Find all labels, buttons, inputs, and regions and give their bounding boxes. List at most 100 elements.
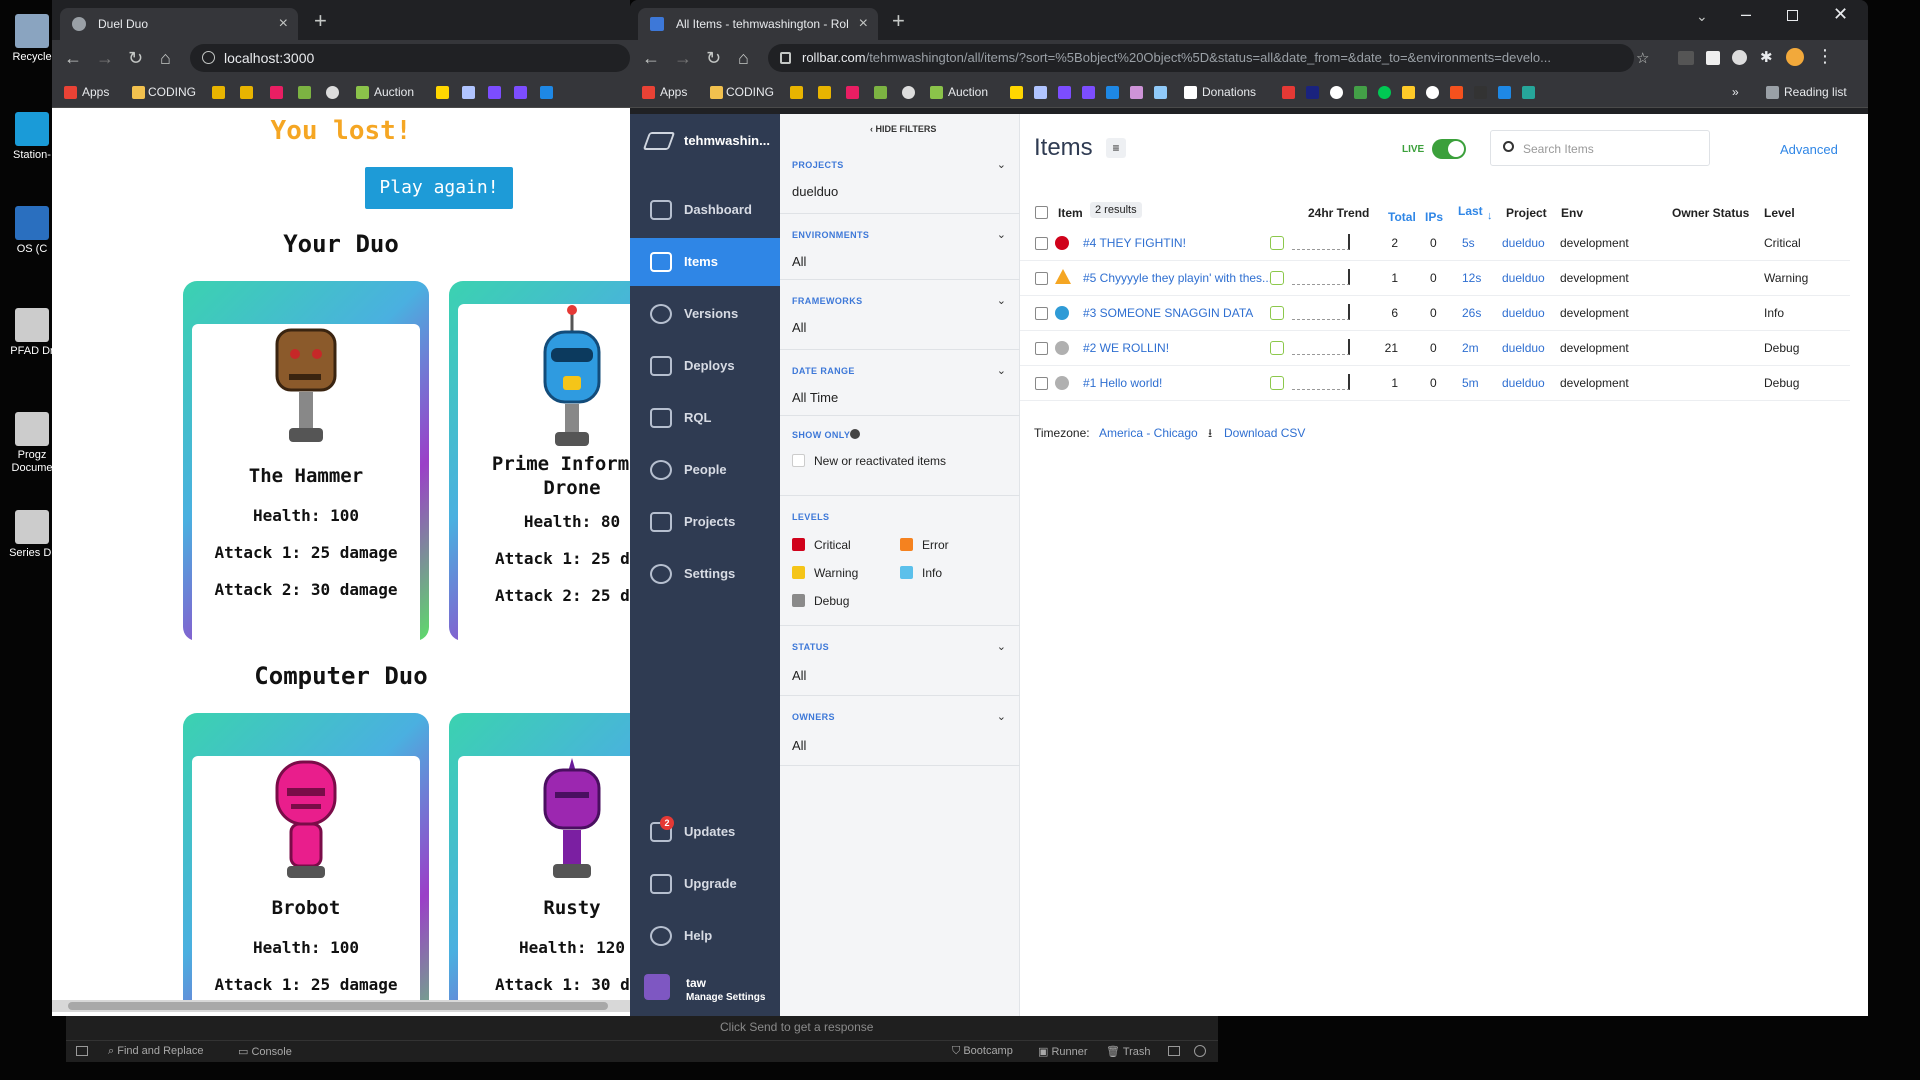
filter-projects[interactable]: PROJECTS ⌄ duelduo	[780, 144, 1020, 214]
level-warning-checkbox[interactable]	[792, 566, 805, 579]
select-all-checkbox[interactable]	[1035, 206, 1048, 219]
reading-list[interactable]: Reading list	[1784, 85, 1847, 99]
bootcamp-button[interactable]: ⛉ Bootcamp	[952, 1045, 1013, 1058]
item-last[interactable]: 12s	[1462, 271, 1481, 285]
column-item[interactable]: Item	[1058, 206, 1083, 220]
play-again-button[interactable]: Play again!	[365, 167, 513, 209]
nav-settings[interactable]: Settings	[630, 550, 780, 598]
table-row[interactable]: #2 WE ROLLIN! 21 0 2m duelduo developmen…	[1020, 331, 1850, 366]
find-replace-button[interactable]: ⌕ Find and Replace	[108, 1045, 203, 1058]
forward-icon[interactable]: →	[674, 48, 692, 68]
timezone-link[interactable]: America - Chicago	[1099, 426, 1198, 440]
item-title[interactable]: #1 Hello world!	[1083, 376, 1162, 390]
maximize-icon[interactable]	[1787, 10, 1798, 21]
player-card-2[interactable]: Prime Informat Drone Health: 80 Attack 1…	[449, 281, 630, 646]
bookmark-coding[interactable]: CODING	[148, 85, 196, 99]
advanced-link[interactable]: Advanced	[1780, 142, 1838, 157]
nav-people[interactable]: People	[630, 446, 780, 494]
search-input[interactable]: Search Items	[1490, 130, 1710, 166]
user-menu[interactable]: taw Manage Settings	[630, 964, 780, 1012]
home-icon[interactable]: ⌂	[160, 48, 171, 68]
item-project[interactable]: duelduo	[1502, 376, 1545, 390]
row-checkbox[interactable]	[1035, 237, 1048, 250]
item-title[interactable]: #2 WE ROLLIN!	[1083, 341, 1169, 355]
nav-upgrade[interactable]: Upgrade	[630, 860, 780, 908]
column-last[interactable]: Last	[1458, 204, 1483, 218]
extension-icon[interactable]	[1706, 51, 1720, 65]
row-checkbox[interactable]	[1035, 377, 1048, 390]
forward-icon[interactable]: →	[96, 48, 114, 68]
level-error-checkbox[interactable]	[900, 538, 913, 551]
layout-icon[interactable]	[1168, 1046, 1180, 1056]
more-bookmarks-icon[interactable]: »	[1732, 85, 1739, 99]
item-last[interactable]: 5m	[1462, 376, 1479, 390]
back-icon[interactable]: ←	[64, 48, 82, 68]
url-field[interactable]: rollbar.com/tehmwashington/all/items/?so…	[768, 44, 1634, 72]
item-last[interactable]: 2m	[1462, 341, 1479, 355]
nav-rql[interactable]: RQL	[630, 394, 780, 442]
console-button[interactable]: ▭ Console	[238, 1045, 292, 1058]
nav-dashboard[interactable]: Dashboard	[630, 186, 780, 234]
item-project[interactable]: duelduo	[1502, 341, 1545, 355]
hide-filters-button[interactable]: ‹ HIDE FILTERS	[870, 124, 936, 134]
bookmark-apps[interactable]: Apps	[660, 85, 687, 99]
bookmark-auction[interactable]: Auction	[374, 85, 414, 99]
scrollbar-thumb[interactable]	[68, 1002, 608, 1010]
bookmark-donations[interactable]: Donations	[1202, 85, 1256, 99]
list-view-icon[interactable]: ≡	[1106, 138, 1126, 158]
account-switcher[interactable]: tehmwashin...	[630, 114, 780, 168]
row-checkbox[interactable]	[1035, 342, 1048, 355]
filter-owners[interactable]: OWNERS ⌄ All	[780, 696, 1020, 766]
table-row[interactable]: #3 SOMEONE SNAGGIN DATA 6 0 26s duelduo …	[1020, 296, 1850, 331]
desktop-icon-recycle[interactable]: Recycle	[6, 14, 58, 64]
extension-icon[interactable]	[1732, 50, 1747, 65]
close-tab-icon[interactable]: ×	[279, 8, 288, 40]
filter-environments[interactable]: ENVIRONMENTS ⌄ All	[780, 214, 1020, 280]
item-last[interactable]: 5s	[1462, 236, 1475, 250]
item-title[interactable]: #5 Chyyyyle they playin' with thes...	[1083, 271, 1272, 285]
nav-deploys[interactable]: Deploys	[630, 342, 780, 390]
tab-search-icon[interactable]: ⌄	[1696, 8, 1708, 25]
nav-versions[interactable]: Versions	[630, 290, 780, 338]
sidebar-toggle-icon[interactable]	[76, 1046, 88, 1056]
item-project[interactable]: duelduo	[1502, 236, 1545, 250]
home-icon[interactable]: ⌂	[738, 48, 749, 68]
nav-projects[interactable]: Projects	[630, 498, 780, 546]
desktop-icon-station[interactable]: Station-	[6, 112, 58, 162]
filter-status[interactable]: STATUS ⌄ All	[780, 626, 1020, 696]
show-only-checkbox[interactable]	[792, 454, 805, 467]
desktop-icon-progz[interactable]: Progz Docume	[6, 412, 58, 475]
table-row[interactable]: #5 Chyyyyle they playin' with thes... 1 …	[1020, 261, 1850, 296]
item-title[interactable]: #4 THEY FIGHTIN!	[1083, 236, 1186, 250]
table-row[interactable]: #4 THEY FIGHTIN! 2 0 5s duelduo developm…	[1020, 226, 1850, 261]
row-checkbox[interactable]	[1035, 307, 1048, 320]
profile-avatar[interactable]	[1786, 48, 1804, 66]
new-tab-button[interactable]: +	[314, 10, 327, 32]
trash-button[interactable]: 🗑 Trash	[1106, 1045, 1151, 1058]
close-window-icon[interactable]: ✕	[1833, 4, 1848, 25]
close-tab-icon[interactable]: ×	[859, 8, 868, 40]
new-tab-button[interactable]: +	[892, 10, 905, 32]
tab-rollbar-items[interactable]: All Items - tehmwashington - Rol ×	[638, 8, 878, 40]
runner-button[interactable]: ▣ Runner	[1038, 1045, 1088, 1058]
row-checkbox[interactable]	[1035, 272, 1048, 285]
desktop-icon-series[interactable]: Series Dr	[6, 510, 58, 560]
reload-icon[interactable]: ↻	[128, 48, 143, 68]
live-toggle[interactable]	[1432, 139, 1466, 159]
player-card-1[interactable]: The Hammer Health: 100 Attack 1: 25 dama…	[183, 281, 429, 666]
item-title[interactable]: #3 SOMEONE SNAGGIN DATA	[1083, 306, 1253, 320]
filter-frameworks[interactable]: FRAMEWORKS ⌄ All	[780, 280, 1020, 350]
reload-icon[interactable]: ↻	[706, 48, 721, 68]
level-info-checkbox[interactable]	[900, 566, 913, 579]
item-project[interactable]: duelduo	[1502, 306, 1545, 320]
bookmark-coding[interactable]: CODING	[726, 85, 774, 99]
nav-help[interactable]: Help	[630, 912, 780, 960]
bookmark-star-icon[interactable]: ☆	[1636, 49, 1649, 67]
nav-items[interactable]: Items	[630, 238, 780, 286]
tab-duel-duo[interactable]: Duel Duo ×	[60, 8, 298, 40]
level-debug-checkbox[interactable]	[792, 594, 805, 607]
puzzle-extensions-icon[interactable]: ✱	[1760, 48, 1773, 66]
download-csv-link[interactable]: Download CSV	[1224, 426, 1305, 440]
url-field[interactable]: localhost:3000	[190, 44, 630, 72]
minimize-icon[interactable]: –	[1741, 4, 1751, 25]
